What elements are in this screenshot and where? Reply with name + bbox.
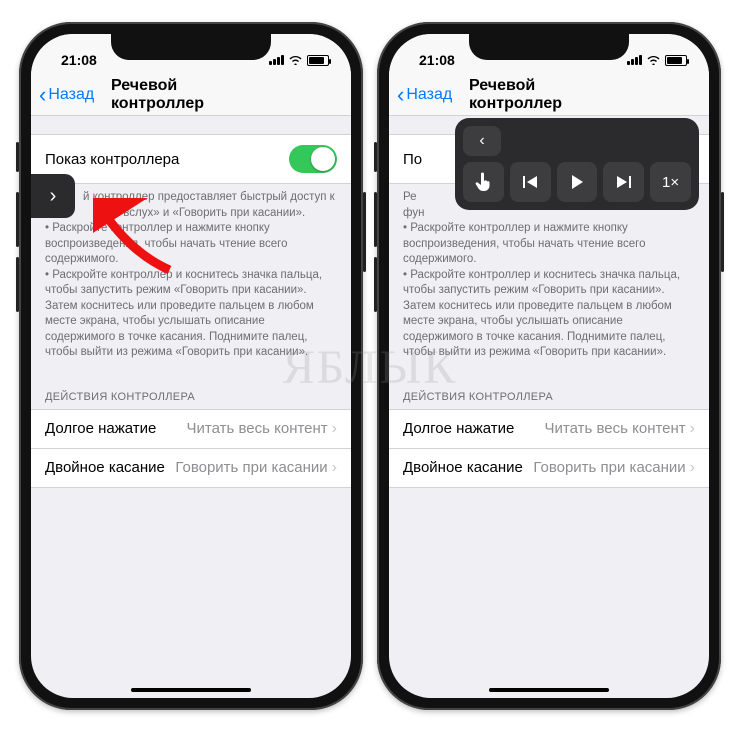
- battery-icon: [665, 55, 687, 66]
- prev-button[interactable]: [510, 162, 551, 202]
- chevron-right-icon: ›: [50, 185, 57, 208]
- status-time: 21:08: [419, 52, 455, 68]
- double-tap-row[interactable]: Двойное касание Говорить при касании ›: [31, 449, 351, 488]
- finger-icon: [474, 172, 492, 192]
- finger-button[interactable]: [463, 162, 504, 202]
- play-icon: [570, 174, 584, 190]
- back-label: Назад: [48, 86, 94, 104]
- double-tap-label: Двойное касание: [45, 459, 165, 476]
- long-press-value: Читать весь контент: [187, 420, 328, 437]
- wifi-icon: [288, 53, 303, 68]
- show-controller-label: По: [403, 151, 422, 168]
- double-tap-row[interactable]: Двойное касание Говорить при касании ›: [389, 449, 709, 488]
- long-press-row[interactable]: Долгое нажатие Читать весь контент ›: [389, 409, 709, 449]
- back-label: Назад: [406, 86, 452, 104]
- signal-icon: [627, 55, 642, 65]
- section-actions-header: ДЕЙСТВИЯ КОНТРОЛЛЕРА: [389, 375, 709, 409]
- help-text: Речевой контроллер предоставляет быстрый…: [31, 184, 351, 375]
- show-controller-row: Показ контроллера: [31, 134, 351, 184]
- chevron-right-icon: ›: [690, 420, 695, 438]
- long-press-value: Читать весь контент: [545, 420, 686, 437]
- long-press-label: Долгое нажатие: [403, 420, 514, 437]
- double-tap-value: Говорить при касании: [533, 459, 685, 476]
- double-tap-value: Говорить при касании: [175, 459, 327, 476]
- collapse-button[interactable]: ‹: [463, 126, 501, 156]
- home-indicator[interactable]: [131, 688, 251, 692]
- long-press-row[interactable]: Долгое нажатие Читать весь контент ›: [31, 409, 351, 449]
- chevron-left-icon: ‹: [479, 132, 484, 150]
- section-actions-header: ДЕЙСТВИЯ КОНТРОЛЛЕРА: [31, 375, 351, 409]
- battery-icon: [307, 55, 329, 66]
- speech-controller-expanded[interactable]: ‹ 1×: [455, 118, 699, 210]
- page-title: Речевой контроллер: [111, 77, 271, 113]
- home-indicator[interactable]: [489, 688, 609, 692]
- wifi-icon: [646, 53, 661, 68]
- double-tap-label: Двойное касание: [403, 459, 523, 476]
- chevron-right-icon: ›: [332, 420, 337, 438]
- play-button[interactable]: [557, 162, 598, 202]
- show-controller-label: Показ контроллера: [45, 151, 179, 168]
- phone-right: 21:08 ‹ Назад Речевой контроллер По: [377, 22, 721, 710]
- back-button[interactable]: ‹ Назад: [389, 84, 452, 106]
- show-controller-toggle[interactable]: [289, 145, 337, 173]
- skip-forward-icon: [616, 175, 632, 189]
- help-text: Речевой контроллер предоставляет быстрый…: [389, 184, 709, 375]
- long-press-label: Долгое нажатие: [45, 420, 156, 437]
- status-time: 21:08: [61, 52, 97, 68]
- chevron-right-icon: ›: [690, 459, 695, 477]
- page-title: Речевой контроллер: [469, 77, 629, 113]
- speed-button[interactable]: 1×: [650, 162, 691, 202]
- navbar: ‹ Назад Речевой контроллер: [389, 74, 709, 116]
- speech-controller-collapsed[interactable]: ›: [31, 174, 75, 218]
- next-button[interactable]: [603, 162, 644, 202]
- navbar: ‹ Назад Речевой контроллер: [31, 74, 351, 116]
- skip-back-icon: [522, 175, 538, 189]
- chevron-left-icon: ‹: [39, 84, 46, 106]
- chevron-left-icon: ‹: [397, 84, 404, 106]
- phone-left: 21:08 ‹ Назад Речевой контроллер Показ к…: [19, 22, 363, 710]
- back-button[interactable]: ‹ Назад: [31, 84, 94, 106]
- chevron-right-icon: ›: [332, 459, 337, 477]
- speed-label: 1×: [662, 174, 679, 191]
- signal-icon: [269, 55, 284, 65]
